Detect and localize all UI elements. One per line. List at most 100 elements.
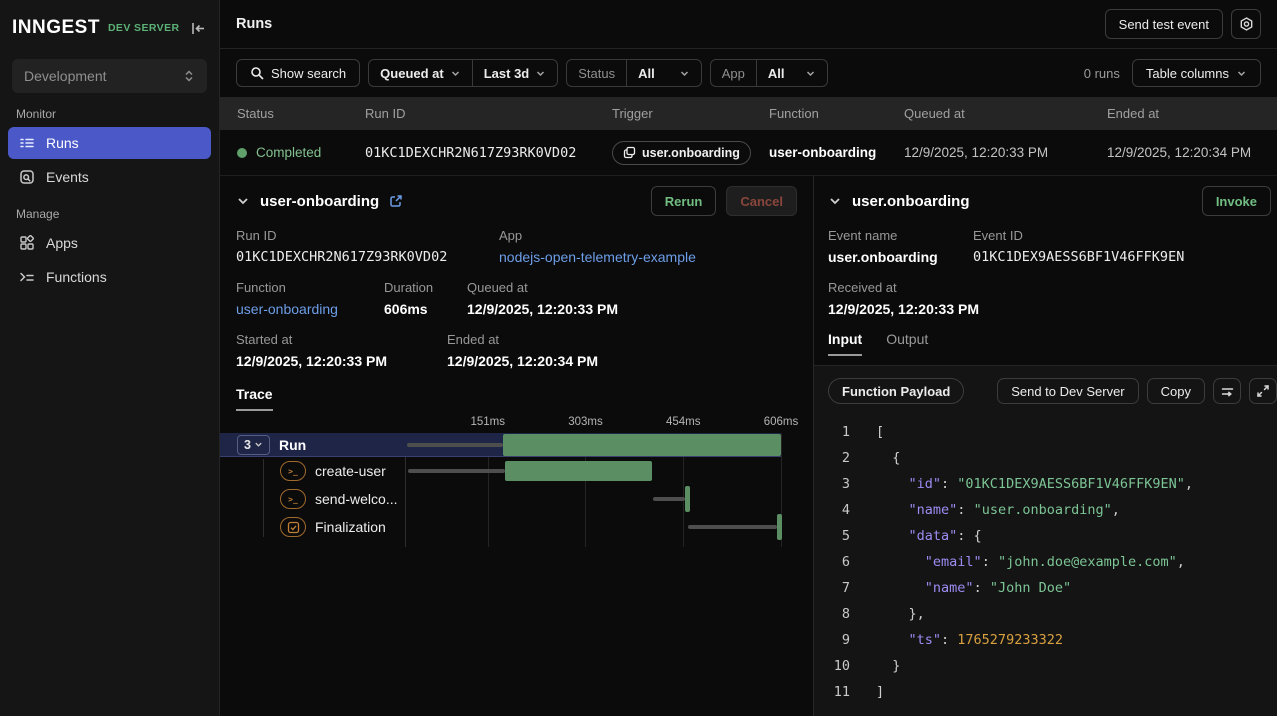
code-content: "id": "01KC1DEX9AESS6BF1V46FFK9EN", [876, 471, 1193, 497]
filter-bar: Show search Queued at Last 3d Status All [220, 49, 1277, 97]
step-count: 3 [244, 438, 251, 452]
started-at-value: 12/9/2025, 12:20:33 PM [236, 353, 447, 369]
trace-wait-segment [688, 525, 777, 529]
event-detail-panel: user.onboarding Invoke Event name user.o… [814, 176, 1277, 716]
terminal-step-icon: >_ [280, 489, 306, 509]
time-field-value: Queued at [380, 66, 444, 81]
chevron-down-icon [679, 68, 690, 79]
trace-duration-bar [777, 514, 782, 540]
sidebar-item-apps[interactable]: Apps [8, 227, 211, 259]
sidebar-item-events[interactable]: Events [8, 161, 211, 193]
trace-row[interactable]: 3Run [220, 433, 781, 457]
terminal-step-icon: >_ [280, 461, 306, 481]
trigger-pill[interactable]: user.onboarding [612, 141, 751, 165]
step-name: create-user [315, 463, 386, 479]
trace-row-label: Finalization [220, 517, 405, 537]
ended-at-label: Ended at [447, 332, 598, 347]
settings-button[interactable] [1231, 9, 1261, 39]
gear-icon [1238, 16, 1255, 33]
line-number: 7 [828, 575, 850, 601]
code-content: "ts": 1765279233322 [876, 627, 1063, 653]
duration-label: Duration [384, 280, 467, 295]
collapse-sidebar-icon[interactable] [190, 20, 207, 37]
show-search-button[interactable]: Show search [236, 59, 360, 87]
runs-count: 0 runs [1084, 66, 1120, 81]
send-test-event-button[interactable]: Send test event [1105, 9, 1223, 39]
code-line: 7 "name": "John Doe" [828, 575, 1263, 601]
code-line: 2 { [828, 445, 1263, 471]
tab-trace[interactable]: Trace [236, 386, 273, 411]
trace-track [405, 513, 781, 541]
code-line: 4 "name": "user.onboarding", [828, 497, 1263, 523]
sidebar: INNGEST DEV SERVER Development Monitor R… [0, 0, 220, 716]
started-at-label: Started at [236, 332, 447, 347]
code-content: }, [876, 601, 925, 627]
trace-wait-segment [407, 443, 503, 447]
rerun-button[interactable]: Rerun [651, 186, 717, 216]
trace-wait-segment [408, 469, 505, 473]
selector-icon [183, 69, 195, 83]
function-label: Function [236, 280, 384, 295]
trace-duration-bar [685, 486, 690, 512]
sidebar-item-label: Apps [46, 235, 78, 251]
payload-code[interactable]: 1[2 {3 "id": "01KC1DEX9AESS6BF1V46FFK9EN… [828, 419, 1263, 705]
copy-button[interactable]: Copy [1147, 378, 1205, 404]
external-link-icon[interactable] [389, 194, 403, 208]
word-wrap-icon [1220, 384, 1235, 399]
status-filter-group: Status All [566, 59, 701, 87]
app-filter-group: App All [710, 59, 828, 87]
app-label: App [499, 228, 696, 243]
line-number: 5 [828, 523, 850, 549]
word-wrap-button[interactable] [1213, 378, 1241, 404]
line-number: 10 [828, 653, 850, 679]
status-filter-dropdown[interactable]: All [626, 60, 701, 86]
col-status: Status [237, 106, 365, 121]
function-payload-badge[interactable]: Function Payload [828, 378, 964, 404]
collapse-run-chevron-icon[interactable] [236, 194, 250, 208]
expand-icon [1256, 384, 1270, 398]
trace-track [405, 433, 781, 456]
cancel-button[interactable]: Cancel [726, 186, 797, 216]
environment-select[interactable]: Development [12, 59, 207, 93]
invoke-button[interactable]: Invoke [1202, 186, 1271, 216]
time-range-dropdown[interactable]: Last 3d [472, 60, 558, 86]
runs-icon [19, 135, 35, 151]
app-link[interactable]: nodejs-open-telemetry-example [499, 249, 696, 265]
ended-at-detail-value: 12/9/2025, 12:20:34 PM [447, 353, 598, 369]
queued-at-label: Queued at [467, 280, 618, 295]
received-at-value: 12/9/2025, 12:20:33 PM [828, 301, 979, 317]
app-filter-dropdown[interactable]: All [756, 60, 827, 86]
trace-row[interactable]: Finalization [220, 513, 781, 541]
trace-tick-label: 606ms [764, 416, 799, 428]
code-line: 10 } [828, 653, 1263, 679]
table-row[interactable]: Completed 01KC1DEXCHR2N617Z93RK0VD02 use… [220, 130, 1277, 175]
sidebar-item-label: Events [46, 169, 89, 185]
received-at-label: Received at [828, 280, 979, 295]
function-link[interactable]: user-onboarding [236, 301, 384, 317]
search-icon [250, 66, 264, 80]
trace-row[interactable]: >_ create-user [220, 457, 781, 485]
step-count-badge[interactable]: 3 [237, 435, 270, 455]
table-columns-dropdown[interactable]: Table columns [1132, 59, 1261, 87]
code-content: } [876, 653, 900, 679]
time-field-dropdown[interactable]: Queued at [369, 60, 472, 86]
sidebar-item-runs[interactable]: Runs [8, 127, 211, 159]
chevron-down-icon [254, 440, 263, 449]
tab-input[interactable]: Input [828, 331, 862, 356]
trace-row[interactable]: >_send-welco... [220, 485, 781, 513]
trigger-label: user.onboarding [642, 146, 740, 160]
code-line: 8 }, [828, 601, 1263, 627]
trace-duration-bar [503, 434, 781, 456]
time-range-value: Last 3d [484, 66, 530, 81]
trace-track [405, 485, 781, 513]
tab-output[interactable]: Output [886, 331, 928, 356]
sidebar-item-functions[interactable]: Functions [8, 261, 211, 293]
ended-at-value: 12/9/2025, 12:20:34 PM [1107, 145, 1277, 160]
send-to-dev-server-button[interactable]: Send to Dev Server [997, 378, 1138, 404]
apps-icon [19, 235, 35, 251]
topbar: Runs Send test event [220, 0, 1277, 49]
col-trigger: Trigger [612, 106, 769, 121]
sidebar-section-monitor: Monitor [16, 107, 203, 121]
collapse-event-chevron-icon[interactable] [828, 194, 842, 208]
expand-button[interactable] [1249, 378, 1277, 404]
